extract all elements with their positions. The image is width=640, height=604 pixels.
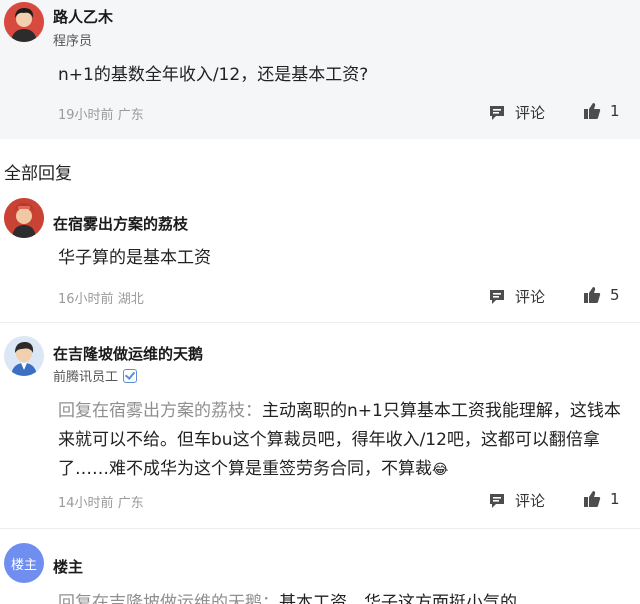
reply-user-name[interactable]: 在宿雾出方案的荔枝 (53, 213, 188, 234)
reply-text: 华子算的是基本工资 (58, 248, 211, 268)
main-post: 路人乙木 程序员 n+1的基数全年收入/12，还是基本工资? 19小时前 广东 … (0, 0, 640, 139)
comment-label: 评论 (515, 288, 546, 306)
thumbs-up-icon (584, 491, 601, 507)
emoji-icon: 😂 (432, 462, 449, 478)
reply-meta: 14小时前 广东 (58, 492, 144, 511)
comment-label: 评论 (515, 492, 546, 510)
reply-user-title: 前腾讯员工 (53, 370, 119, 385)
reply-user-name[interactable]: 楼主 (53, 556, 83, 577)
comment-button[interactable]: 评论 (488, 102, 545, 123)
comment-icon (490, 493, 504, 508)
like-button[interactable]: 1 (583, 490, 620, 508)
post-location: 广东 (117, 108, 144, 123)
like-button[interactable]: 5 (583, 286, 620, 304)
like-count: 5 (610, 286, 620, 304)
avatar[interactable] (4, 198, 44, 238)
reply-time: 14小时前 (58, 496, 114, 511)
avatar[interactable] (4, 336, 44, 376)
reply-meta: 16小时前 湖北 (58, 288, 144, 307)
comment-icon (490, 289, 504, 304)
reply-body: 基本工资，华子这方面挺小气的 (279, 593, 517, 604)
reply-location: 广东 (117, 496, 144, 511)
comment-label: 评论 (515, 104, 546, 122)
post-time: 19小时前 (58, 108, 114, 123)
reply-text: 回复在吉隆坡做运维的天鹅：基本工资，华子这方面挺小气的 (58, 589, 634, 604)
reply-time: 16小时前 (58, 292, 114, 307)
comment-button[interactable]: 评论 (488, 490, 545, 511)
avatar[interactable] (4, 2, 44, 42)
like-count: 1 (610, 490, 620, 508)
like-button[interactable]: 1 (583, 102, 620, 120)
divider (0, 322, 640, 323)
like-count: 1 (610, 102, 620, 120)
post-meta: 19小时前 广东 (58, 104, 144, 123)
comment-button[interactable]: 评论 (488, 286, 545, 307)
reply-to-prefix[interactable]: 回复在吉隆坡做运维的天鹅： (58, 593, 279, 604)
section-title: 全部回复 (4, 164, 72, 184)
reply-to-prefix[interactable]: 回复在宿雾出方案的荔枝： (58, 401, 262, 421)
post-user-name[interactable]: 路人乙木 (53, 6, 113, 27)
thumbs-up-icon (584, 103, 601, 119)
comment-icon (490, 105, 504, 120)
reply-user-title-row: 前腾讯员工 (53, 366, 138, 385)
post-text: n+1的基数全年收入/12，还是基本工资? (58, 65, 369, 85)
user-avatar-icon (4, 336, 44, 376)
op-avatar[interactable]: 楼主 (4, 543, 44, 583)
thumbs-up-icon (584, 287, 601, 303)
verified-icon (123, 369, 138, 383)
reply-text: 回复在宿雾出方案的荔枝：主动离职的n+1只算基本工资我能理解，这钱本来就可以不给… (58, 397, 634, 485)
user-avatar-icon (4, 2, 44, 42)
divider (0, 528, 640, 529)
user-avatar-icon (4, 198, 44, 238)
post-user-title: 程序员 (53, 34, 93, 49)
reply-location: 湖北 (117, 292, 144, 307)
reply-user-name[interactable]: 在吉隆坡做运维的天鹅 (53, 343, 203, 364)
